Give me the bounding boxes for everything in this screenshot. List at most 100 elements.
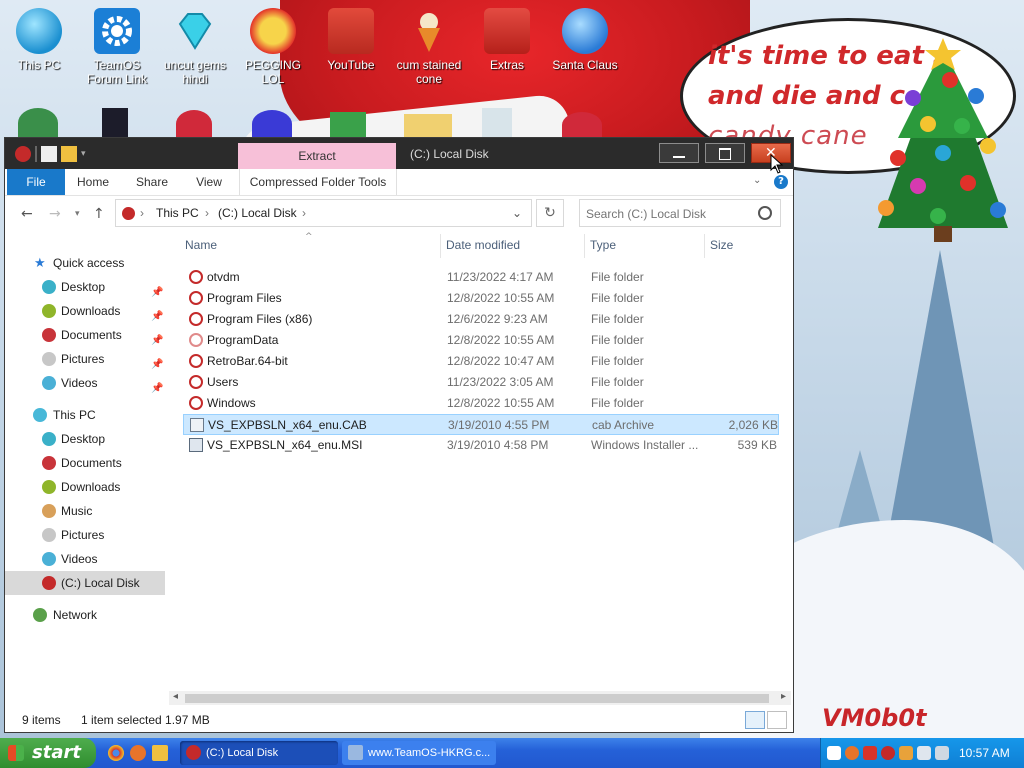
taskbar-button-explorer[interactable]: (C:) Local Disk bbox=[180, 741, 338, 765]
column-header-date[interactable]: Date modified bbox=[446, 238, 520, 252]
tray-app-icon[interactable] bbox=[845, 746, 859, 760]
breadcrumb-this-pc[interactable]: This PC bbox=[156, 206, 199, 220]
desktop-icon-partial[interactable] bbox=[18, 108, 58, 138]
search-input[interactable] bbox=[584, 204, 758, 224]
expand-ribbon-icon[interactable]: ⌄ bbox=[753, 175, 765, 187]
help-icon[interactable]: ? bbox=[774, 175, 788, 189]
up-arrow-icon[interactable]: ↑ bbox=[93, 206, 105, 222]
desktop-icon-partial[interactable] bbox=[176, 110, 212, 138]
column-divider[interactable] bbox=[704, 234, 705, 258]
column-header-name[interactable]: Name bbox=[185, 238, 217, 252]
tray-app-icon[interactable] bbox=[881, 746, 895, 760]
search-box[interactable] bbox=[579, 199, 781, 227]
tab-share[interactable]: Share bbox=[129, 169, 175, 195]
refresh-button[interactable]: ↻ bbox=[536, 199, 564, 227]
hxd-icon[interactable] bbox=[404, 114, 452, 138]
nav-pc-pictures[interactable]: Pictures bbox=[5, 523, 165, 547]
nav-qa-desktop[interactable]: Desktop 📌 bbox=[5, 275, 165, 299]
desktop-icon-pegging-lol[interactable]: PEGGING LOL bbox=[236, 8, 310, 86]
clock[interactable]: 10:57 AM bbox=[959, 738, 1010, 768]
scroll-right-icon[interactable]: ▸ bbox=[781, 691, 786, 702]
desktop-icon-this-pc[interactable]: This PC bbox=[2, 8, 76, 72]
desktop-icon-partial[interactable] bbox=[482, 108, 512, 138]
desktop-icon-partial[interactable] bbox=[252, 110, 292, 138]
file-row[interactable]: Program Files 12/8/2022 10:55 AM File fo… bbox=[183, 288, 779, 309]
new-folder-icon[interactable] bbox=[61, 146, 77, 162]
nav-pc-downloads[interactable]: Downloads bbox=[5, 475, 165, 499]
desktop-icon-youtube[interactable]: YouTube bbox=[314, 8, 388, 72]
minimize-button[interactable] bbox=[659, 143, 699, 163]
forward-arrow-icon[interactable]: → bbox=[49, 206, 61, 222]
properties-icon[interactable] bbox=[41, 146, 57, 162]
desktop-icon-label: YouTube bbox=[327, 58, 375, 72]
maximize-button[interactable] bbox=[705, 143, 745, 163]
breadcrumb-separator-icon: › bbox=[302, 206, 306, 220]
desktop-icon-santa-claus[interactable]: Santa Claus bbox=[548, 8, 622, 72]
file-name: otvdm bbox=[207, 270, 240, 284]
column-divider[interactable] bbox=[440, 234, 441, 258]
file-row[interactable]: RetroBar.64-bit 12/8/2022 10:47 AM File … bbox=[183, 351, 779, 372]
nav-network[interactable]: Network bbox=[5, 603, 165, 627]
firefox-icon[interactable] bbox=[130, 745, 146, 761]
file-row[interactable]: Windows 12/8/2022 10:55 AM File folder bbox=[183, 393, 779, 414]
tab-view[interactable]: View bbox=[187, 169, 231, 195]
desktop-icon-partial[interactable] bbox=[102, 108, 128, 138]
extract-context-tab[interactable]: Extract bbox=[238, 143, 396, 170]
horizontal-scrollbar[interactable]: ◂ ▸ bbox=[169, 691, 791, 705]
tab-file[interactable]: File bbox=[7, 169, 65, 195]
breadcrumb-local-disk[interactable]: (C:) Local Disk bbox=[218, 206, 297, 220]
recent-locations-icon[interactable]: ▾ bbox=[75, 209, 80, 219]
nav-label: Videos bbox=[61, 376, 98, 390]
nav-pc-documents[interactable]: Documents bbox=[5, 451, 165, 475]
nav-pc-music[interactable]: Music bbox=[5, 499, 165, 523]
file-name: RetroBar.64-bit bbox=[207, 354, 288, 368]
file-explorer-icon[interactable] bbox=[152, 745, 168, 761]
large-icons-view-button[interactable] bbox=[767, 711, 787, 729]
nav-pc-videos[interactable]: Videos bbox=[5, 547, 165, 571]
nav-qa-downloads[interactable]: Downloads 📌 bbox=[5, 299, 165, 323]
title-bar[interactable]: ▾ Extract (C:) Local Disk ✕ bbox=[5, 138, 793, 170]
nav-qa-pictures[interactable]: Pictures 📌 bbox=[5, 347, 165, 371]
details-view-button[interactable] bbox=[745, 711, 765, 729]
tray-app-icon[interactable] bbox=[899, 746, 913, 760]
nav-quick-access[interactable]: ★ Quick access bbox=[5, 251, 165, 275]
nav-pc-desktop[interactable]: Desktop bbox=[5, 427, 165, 451]
desktop-icon-teamos-forum-link[interactable]: TeamOS Forum Link bbox=[80, 8, 154, 86]
desktop-icon-extras[interactable]: Extras bbox=[470, 8, 544, 72]
nav-qa-videos[interactable]: Videos 📌 bbox=[5, 371, 165, 395]
column-header-size[interactable]: Size bbox=[710, 238, 733, 252]
column-header-type[interactable]: Type bbox=[590, 238, 616, 252]
nav-pc-local-disk[interactable]: (C:) Local Disk bbox=[5, 571, 165, 595]
tray-app-icon[interactable] bbox=[863, 746, 877, 760]
volume-icon[interactable] bbox=[935, 746, 949, 760]
desktop-icon-partial[interactable] bbox=[562, 112, 602, 138]
file-row[interactable]: VS_EXPBSLN_x64_enu.MSI 3/19/2010 4:58 PM… bbox=[183, 435, 779, 456]
network-icon[interactable] bbox=[917, 746, 931, 760]
back-arrow-icon[interactable]: ← bbox=[21, 206, 33, 222]
csharp-icon[interactable] bbox=[330, 112, 366, 138]
scroll-left-icon[interactable]: ◂ bbox=[173, 691, 178, 702]
tab-home[interactable]: Home bbox=[69, 169, 117, 195]
chevron-down-icon[interactable]: ▾ bbox=[81, 146, 91, 162]
nav-qa-documents[interactable]: Documents 📌 bbox=[5, 323, 165, 347]
column-divider[interactable] bbox=[584, 234, 585, 258]
breadcrumb-separator-icon: › bbox=[205, 206, 209, 220]
file-row-selected[interactable]: VS_EXPBSLN_x64_enu.CAB 3/19/2010 4:55 PM… bbox=[183, 414, 779, 435]
address-bar[interactable]: › This PC › (C:) Local Disk › ⌄ bbox=[115, 199, 532, 227]
tray-app-icon[interactable] bbox=[827, 746, 841, 760]
nav-this-pc[interactable]: This PC bbox=[5, 403, 165, 427]
file-row[interactable]: ProgramData 12/8/2022 10:55 AM File fold… bbox=[183, 330, 779, 351]
file-row[interactable]: Program Files (x86) 12/6/2022 9:23 AM Fi… bbox=[183, 309, 779, 330]
taskbar-button-browser[interactable]: www.TeamOS-HKRG.c... bbox=[342, 741, 496, 765]
address-dropdown-icon[interactable]: ⌄ bbox=[512, 206, 522, 220]
desktop-icon-cone[interactable]: cum stained cone bbox=[392, 8, 466, 86]
start-button[interactable]: start bbox=[0, 738, 96, 768]
scrollbar-thumb[interactable] bbox=[185, 694, 769, 703]
file-row[interactable]: otvdm 11/23/2022 4:17 AM File folder bbox=[183, 267, 779, 288]
chrome-icon[interactable] bbox=[108, 745, 124, 761]
nav-label: (C:) Local Disk bbox=[61, 576, 140, 590]
file-row[interactable]: Users 11/23/2022 3:05 AM File folder bbox=[183, 372, 779, 393]
tab-compressed-folder-tools[interactable]: Compressed Folder Tools bbox=[239, 169, 397, 195]
desktop-icon-uncut-gems[interactable]: uncut gems hindi bbox=[158, 8, 232, 86]
file-type: Windows Installer ... bbox=[591, 438, 699, 452]
